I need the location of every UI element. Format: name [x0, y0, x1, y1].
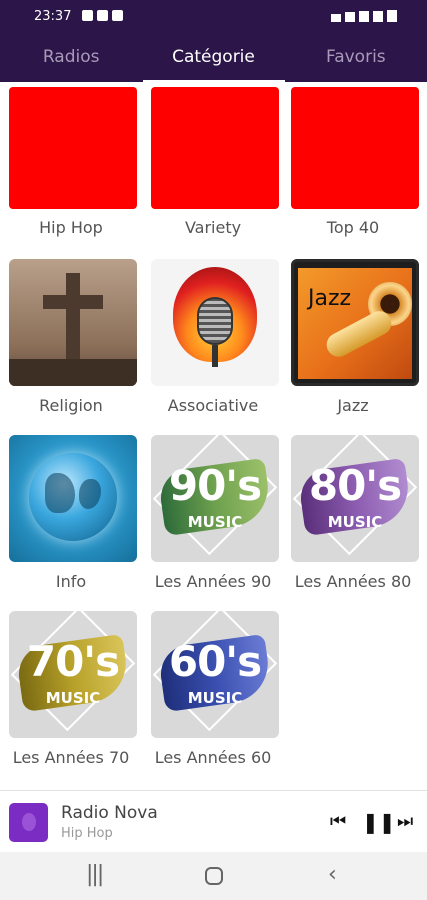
category-variety[interactable]: Variety [142, 82, 284, 237]
category-info[interactable]: Info [0, 435, 142, 611]
status-bar: 23:37 [0, 0, 427, 34]
cross-arm [43, 295, 103, 309]
category-tile-image [9, 87, 137, 209]
mini-player[interactable]: Radio Nova Hip Hop ⏮ ❚❚ ⏭ [0, 790, 427, 852]
system-status-icons [331, 10, 397, 22]
tab-radios[interactable]: Radios [0, 34, 142, 82]
badge-number: 60's [168, 637, 262, 686]
cross-icon [66, 273, 80, 363]
category-tile-image: 60's MUSIC [151, 611, 279, 738]
category-les-annees-90[interactable]: 90's MUSIC Les Années 90 [142, 435, 284, 611]
ground [9, 359, 137, 386]
category-tile-image: 70's MUSIC [9, 611, 137, 738]
signal-icon [359, 11, 369, 22]
category-label: Les Années 60 [154, 748, 272, 767]
category-label: Top 40 [326, 218, 380, 237]
previous-icon[interactable]: ⏮ [330, 811, 346, 833]
category-tile-image: Jazz [291, 259, 419, 386]
signal-icon-2 [373, 11, 383, 22]
category-label: Jazz [337, 396, 369, 415]
jazz-tile-text: Jazz [308, 286, 352, 311]
category-les-annees-80[interactable]: 80's MUSIC Les Années 80 [282, 435, 424, 611]
badge-text: MUSIC [187, 689, 243, 707]
category-label: Info [55, 572, 87, 591]
category-label: Hip Hop [39, 218, 103, 237]
station-artwork [9, 803, 48, 842]
mute-icon [331, 14, 341, 22]
category-tile-image: 90's MUSIC [151, 435, 279, 562]
pause-icon[interactable]: ❚❚ [362, 811, 396, 833]
microphone-stand [212, 345, 218, 367]
category-associative[interactable]: Associative [142, 259, 284, 435]
music-note-icon [22, 813, 36, 831]
player-station-name: Radio Nova [61, 803, 158, 823]
category-label: Les Années 70 [12, 748, 130, 767]
app-notification-icon [97, 10, 108, 21]
badge-text: MUSIC [187, 513, 243, 531]
notification-icons [82, 10, 123, 21]
battery-icon [387, 10, 397, 22]
badge-number: 90's [168, 461, 262, 510]
category-label: Religion [39, 396, 103, 415]
category-tile-image [9, 259, 137, 386]
category-tile-image [291, 87, 419, 209]
category-tile-image [151, 259, 279, 386]
category-label: Variety [184, 218, 242, 237]
category-les-annees-70[interactable]: 70's MUSIC Les Années 70 [0, 611, 142, 787]
category-les-annees-60[interactable]: 60's MUSIC Les Années 60 [142, 611, 284, 787]
gallery-notification-icon [82, 10, 93, 21]
category-label: Associative [167, 396, 259, 415]
badge-text: MUSIC [327, 513, 383, 531]
category-top-40[interactable]: Top 40 [282, 82, 424, 237]
category-tile-image [151, 87, 279, 209]
badge-number: 70's [26, 637, 120, 686]
microphone-icon [197, 297, 233, 345]
category-label: Les Années 80 [294, 572, 412, 591]
recent-apps-icon[interactable]: ||| [86, 862, 104, 887]
category-label: Les Années 90 [154, 572, 272, 591]
shield-notification-icon [112, 10, 123, 21]
category-hip-hop[interactable]: Hip Hop [0, 82, 142, 237]
status-time: 23:37 [34, 9, 72, 24]
tab-bar: Radios Catégorie Favoris [0, 34, 427, 82]
globe-continent [45, 473, 75, 513]
badge-number: 80's [308, 461, 402, 510]
player-genre: Hip Hop [61, 826, 113, 841]
badge-text: MUSIC [45, 689, 101, 707]
category-religion[interactable]: Religion [0, 259, 142, 435]
category-jazz[interactable]: Jazz Jazz [282, 259, 424, 435]
home-icon[interactable] [205, 867, 223, 885]
category-tile-image: 80's MUSIC [291, 435, 419, 562]
tab-favoris[interactable]: Favoris [285, 34, 427, 82]
app-header: 23:37 Radios Catégorie Favoris [0, 0, 427, 83]
category-grid: Hip Hop Variety Top 40 Religion Associat… [0, 82, 427, 790]
category-tile-image [9, 435, 137, 562]
next-icon[interactable]: ⏭ [397, 811, 413, 833]
system-navigation-bar: ||| ‹ [0, 852, 427, 900]
back-icon[interactable]: ‹ [328, 862, 337, 887]
wifi-icon [345, 12, 355, 22]
tab-categorie[interactable]: Catégorie [142, 34, 284, 82]
